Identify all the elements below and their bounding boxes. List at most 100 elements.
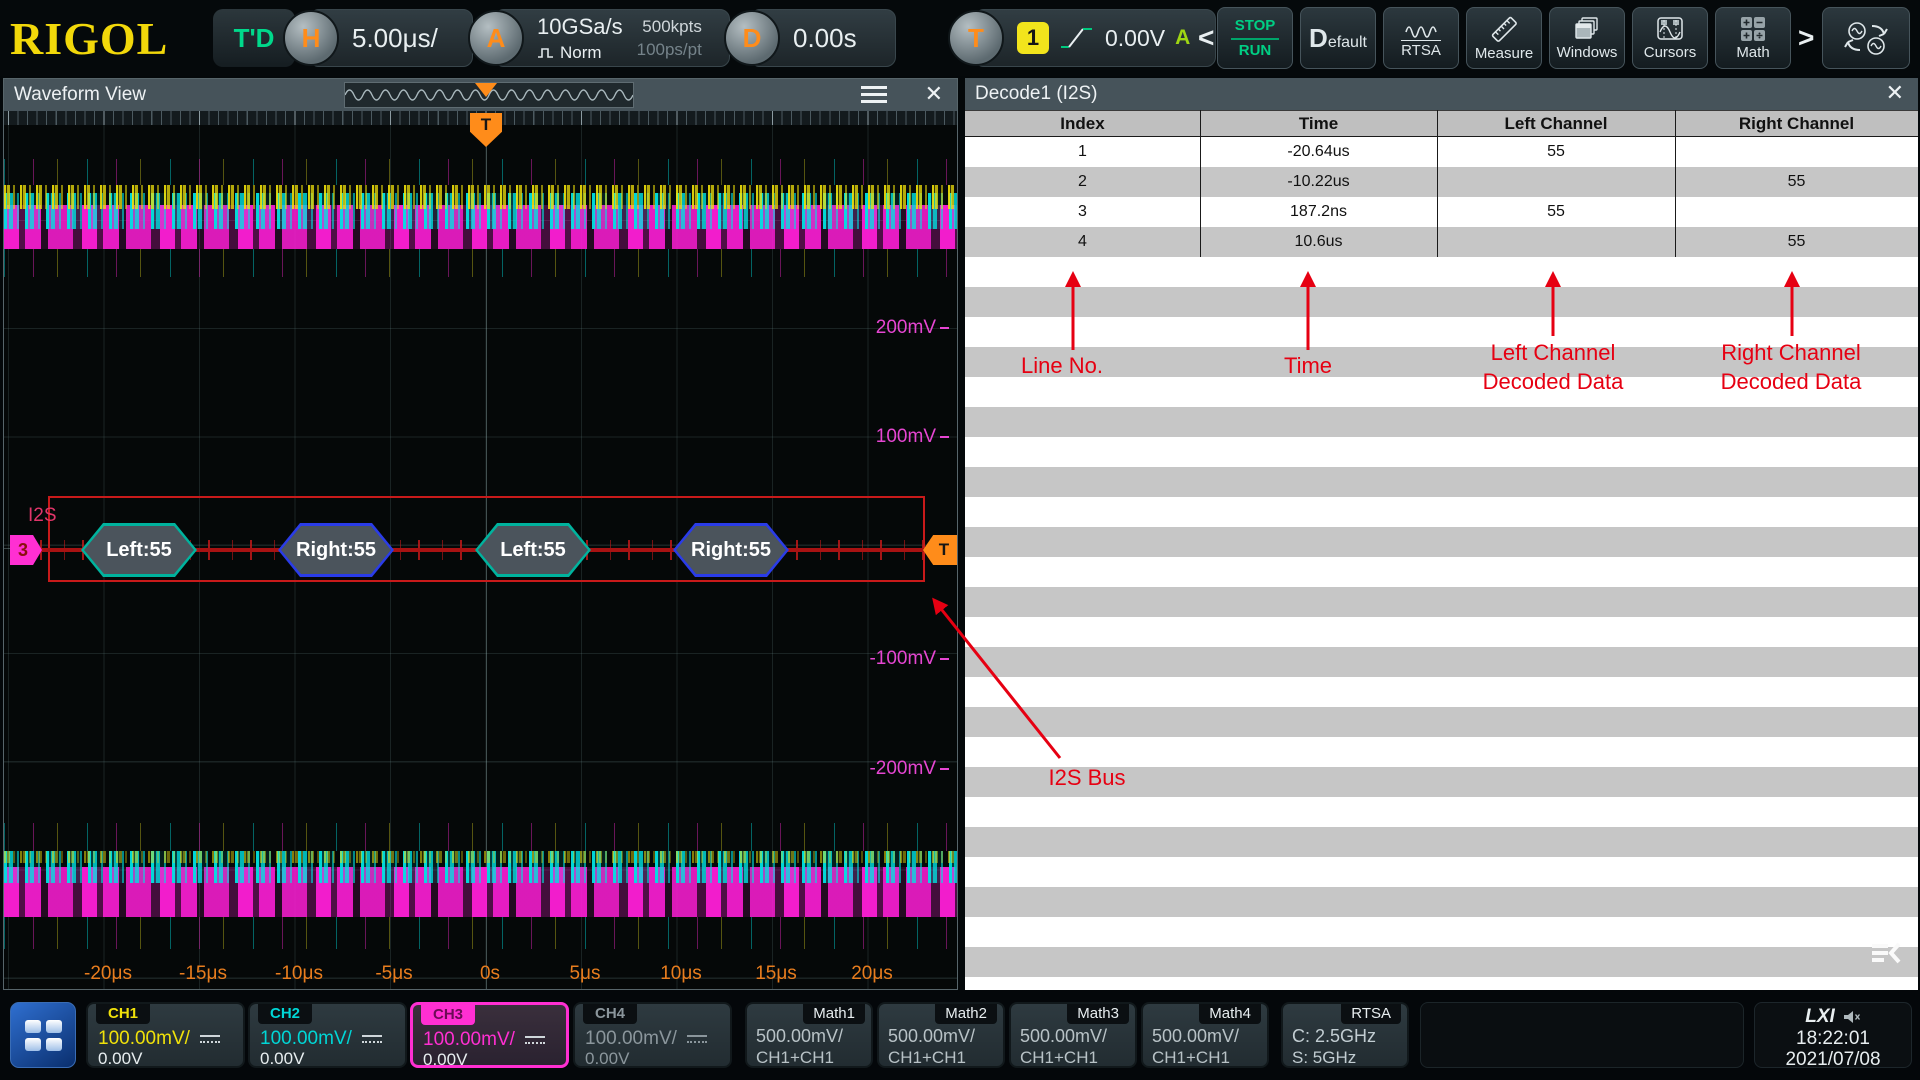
windows-label: Windows	[1557, 44, 1618, 61]
decode-table-header: Index Time Left Channel Right Channel	[965, 110, 1918, 137]
ch1-scale: 100.00mV/	[98, 1028, 190, 1050]
oscilloscope-screen: RIGOL T'D H 5.00μs/ A 10GSa/s Norm	[0, 0, 1920, 1080]
ch4-tab: CH4	[583, 1004, 637, 1024]
trigger-panel[interactable]: 1 0.00V A	[974, 9, 1216, 67]
waveform-menu-icon[interactable]	[861, 86, 887, 104]
rising-edge-icon	[1059, 22, 1095, 54]
acquire-group: A 10GSa/s Norm 500kpts 100ps/pt	[468, 9, 730, 67]
i2s-source-channel-marker[interactable]: 3	[10, 535, 42, 565]
waveform-view-panel: Waveform View ✕ T 2	[3, 78, 958, 990]
trigger-group: T 1 0.00V A	[948, 9, 1216, 67]
default-label: Default	[1309, 23, 1367, 54]
decode-close-icon[interactable]: ✕	[1886, 80, 1904, 106]
waveform-view-title: Waveform View	[14, 84, 146, 106]
annotation-right-channel: Right Channel Decoded Data	[1676, 338, 1906, 396]
math4-box[interactable]: Math4 500.00mV/ CH1+CH1	[1141, 1002, 1269, 1068]
rtsa-label: RTSA	[1401, 40, 1441, 59]
sync-arrows-icon	[1842, 18, 1890, 58]
math2-box[interactable]: Math2 500.00mV/ CH1+CH1	[877, 1002, 1005, 1068]
ch2-scale: 100.00mV/	[260, 1028, 352, 1050]
waveform-view-header: Waveform View ✕	[4, 79, 957, 111]
ruler-icon	[1489, 15, 1519, 43]
math3-box[interactable]: Math3 500.00mV/ CH1+CH1	[1009, 1002, 1137, 1068]
decode-panel: Decode1 (I2S) ✕ Index Time Left Channel …	[965, 78, 1918, 990]
i2s-decode-bubble: Left:55	[475, 523, 591, 577]
time-axis-label: 10μs	[641, 963, 721, 985]
time-axis-label: 15μs	[736, 963, 816, 985]
windows-button[interactable]: Windows	[1549, 7, 1625, 69]
decode-panel-title: Decode1 (I2S)	[975, 83, 1098, 105]
clock-panel[interactable]: LXI 18:22:01 2021/07/08	[1754, 1002, 1912, 1068]
acquire-knob[interactable]: A	[468, 10, 524, 66]
speaker-muted-icon	[1843, 1010, 1861, 1024]
channel-box-ch4[interactable]: CH4 100.00mV/ 0.00V	[573, 1002, 732, 1068]
column-divider	[1437, 110, 1438, 257]
app-launcher-button[interactable]	[10, 1002, 76, 1068]
trace-band-bottom	[4, 851, 957, 917]
trace-spikes-above-bottom	[4, 823, 957, 851]
system-date: 2021/07/08	[1755, 1049, 1911, 1070]
delay-knob[interactable]: D	[724, 10, 780, 66]
preview-trigger-marker[interactable]	[475, 83, 497, 97]
time-axis-label: 5μs	[545, 963, 625, 985]
measure-button[interactable]: Measure	[1466, 7, 1542, 69]
trigger-sweep-mode: A	[1175, 26, 1190, 50]
rtsa-button[interactable]: RTSA	[1383, 7, 1459, 69]
column-header-time: Time	[1200, 114, 1437, 134]
default-button[interactable]: Default	[1300, 7, 1376, 69]
memory-depth-value: 500kpts	[637, 17, 702, 37]
trigger-knob[interactable]: T	[948, 10, 1004, 66]
rtsa-box[interactable]: RTSA C: 2.5GHz S: 5GHz	[1281, 1002, 1409, 1068]
table-row: 1-20.64us 55	[965, 137, 1918, 167]
channel-box-ch2[interactable]: CH2 100.00mV/ 0.00V	[248, 1002, 407, 1068]
decode-panel-header: Decode1 (I2S) ✕	[965, 78, 1918, 110]
time-axis-label: -15μs	[163, 963, 243, 985]
cursors-icon	[1655, 16, 1685, 42]
coupling-icon	[200, 1033, 220, 1045]
scale-label-neg200mv: -200mV	[869, 758, 949, 780]
channel-box-ch1[interactable]: CH1 100.00mV/ 0.00V	[86, 1002, 245, 1068]
scale-label-100mv: 100mV	[876, 426, 949, 448]
system-time: 18:22:01	[1755, 1028, 1911, 1049]
math-button[interactable]: Math	[1715, 7, 1791, 69]
table-scroll-icon[interactable]	[1868, 940, 1904, 968]
measure-label: Measure	[1475, 45, 1533, 62]
top-bar: RIGOL T'D H 5.00μs/ A 10GSa/s Norm	[0, 0, 1920, 76]
ch1-tab: CH1	[96, 1004, 150, 1024]
cursors-label: Cursors	[1644, 44, 1697, 61]
toolbar-scroll-right-icon[interactable]: >	[1798, 22, 1814, 54]
ch3-tab: CH3	[421, 1005, 475, 1025]
i2s-decode-bubble: Right:55	[278, 523, 394, 577]
resolution-value: 100ps/pt	[637, 40, 702, 60]
i2s-bus-label: I2S	[28, 505, 57, 527]
waveform-preview-strip[interactable]	[344, 82, 634, 108]
windows-icon	[1572, 16, 1602, 42]
acquire-panel[interactable]: 10GSa/s Norm 500kpts 100ps/pt	[494, 9, 730, 67]
column-divider	[1200, 110, 1201, 257]
math-icon	[1738, 16, 1768, 42]
horizontal-knob[interactable]: H	[283, 10, 339, 66]
toolbar-scroll-left-icon[interactable]: <	[1198, 22, 1214, 54]
time-axis-label: -20μs	[68, 963, 148, 985]
ch1-offset: 0.00V	[98, 1049, 142, 1069]
ch3-offset: 0.00V	[423, 1050, 467, 1070]
lxi-logo: LXI	[1805, 1006, 1835, 1028]
ch2-tab: CH2	[258, 1004, 312, 1024]
rtsa-tab: RTSA	[1341, 1004, 1401, 1024]
stop-label: STOP	[1235, 17, 1276, 34]
stop-run-button[interactable]: STOP RUN	[1217, 7, 1293, 69]
waveform-close-icon[interactable]: ✕	[925, 81, 943, 107]
time-axis-label: -5μs	[354, 963, 434, 985]
scale-label-neg100mv: -100mV	[869, 648, 949, 670]
time-axis-label: 20μs	[832, 963, 912, 985]
math1-box[interactable]: Math1 500.00mV/ CH1+CH1	[745, 1002, 873, 1068]
column-header-index: Index	[965, 114, 1200, 134]
time-axis-label: -10μs	[259, 963, 339, 985]
rigol-logo: RIGOL	[10, 12, 168, 65]
waveform-canvas[interactable]: 200mV 100mV -100mV -200mV I2S 3 Left:55 …	[4, 125, 957, 989]
cursors-button[interactable]: Cursors	[1632, 7, 1708, 69]
sync-views-button[interactable]	[1822, 7, 1910, 69]
scale-label-200mv: 200mV	[876, 317, 949, 339]
annotation-left-channel: Left Channel Decoded Data	[1438, 338, 1668, 396]
channel-box-ch3-selected[interactable]: CH3 100.00mV/ 0.00V	[410, 1002, 569, 1068]
